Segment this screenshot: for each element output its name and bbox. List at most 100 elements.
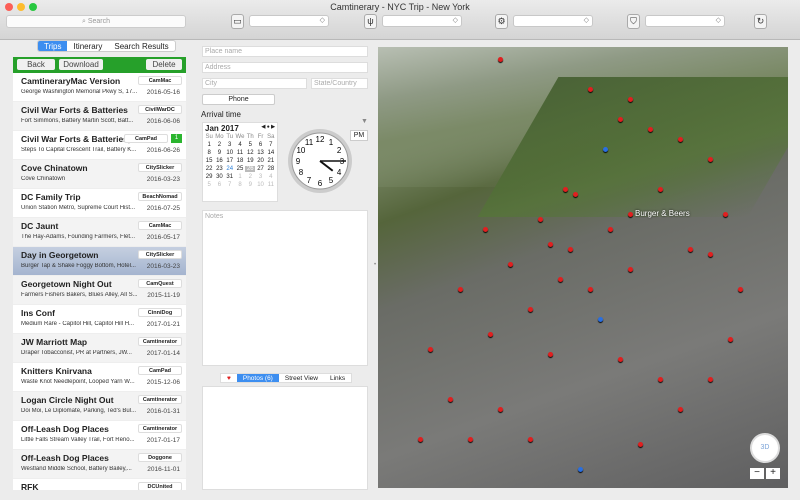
map-pin[interactable] bbox=[578, 467, 583, 472]
map-label[interactable]: Burger & Beers bbox=[635, 209, 690, 218]
calendar-day[interactable]: 27 bbox=[255, 166, 265, 172]
calendar-day[interactable]: 3 bbox=[255, 174, 265, 180]
trip-row[interactable]: Cove Chinatown Cove Chinatown CitySlicke… bbox=[13, 160, 186, 189]
trip-row[interactable]: Knitters Knirvana Waste Knot Needlepoint… bbox=[13, 363, 186, 392]
map-pin[interactable] bbox=[628, 212, 633, 217]
calendar-day[interactable]: 22 bbox=[204, 166, 214, 172]
calendar-day[interactable]: 19 bbox=[245, 158, 255, 164]
calendar[interactable]: Jan 2017 ◀ ● ▶ Su Mo Tu We Th Fr Sa 1 2 3 4 5 6 7 8 9 10 1… bbox=[202, 122, 278, 202]
calendar-day[interactable]: 15 bbox=[204, 158, 214, 164]
calendar-day[interactable]: 10 bbox=[225, 150, 235, 156]
trip-row[interactable]: CamtineraryMac Version George Washington… bbox=[13, 73, 186, 102]
download-button[interactable]: Download bbox=[59, 59, 103, 70]
calendar-day[interactable]: 14 bbox=[266, 150, 276, 156]
map-pin[interactable] bbox=[708, 252, 713, 257]
calendar-day[interactable]: 20 bbox=[255, 158, 265, 164]
address-input[interactable]: Address bbox=[202, 62, 368, 73]
dining-select[interactable]: ◇ bbox=[382, 15, 462, 27]
city-input[interactable]: City bbox=[202, 78, 307, 89]
trip-row[interactable]: DC Jaunt The Hay-Adams, Founding Farmers… bbox=[13, 218, 186, 247]
calendar-day[interactable]: 28 bbox=[266, 166, 276, 172]
trip-row[interactable]: Ins Conf Medium Rare - Capitol Hill, Cap… bbox=[13, 305, 186, 334]
back-button[interactable]: Back bbox=[17, 59, 55, 70]
calendar-day[interactable]: 16 bbox=[214, 158, 224, 164]
calendar-day[interactable]: 7 bbox=[266, 142, 276, 148]
calendar-day[interactable]: 30 bbox=[214, 174, 224, 180]
attractions-select[interactable]: ◇ bbox=[513, 15, 593, 27]
delete-button[interactable]: Delete bbox=[146, 59, 182, 70]
calendar-day[interactable]: 31 bbox=[225, 174, 235, 180]
fork-knife-icon[interactable]: ψ bbox=[364, 14, 377, 29]
map-pin[interactable] bbox=[738, 287, 743, 292]
trip-row[interactable]: RFK DCUnited bbox=[13, 479, 186, 490]
map-pin[interactable] bbox=[638, 442, 643, 447]
calendar-day[interactable]: 21 bbox=[266, 158, 276, 164]
clock[interactable]: 121234567891011 bbox=[287, 128, 353, 194]
map-pin[interactable] bbox=[528, 437, 533, 442]
refresh-icon[interactable]: ↻ bbox=[754, 14, 767, 29]
search-input[interactable]: ⌕ Search bbox=[6, 15, 186, 28]
map-pin[interactable] bbox=[678, 407, 683, 412]
notes-input[interactable]: Notes bbox=[202, 210, 368, 366]
map-pin[interactable] bbox=[538, 217, 543, 222]
tab-photos[interactable]: Photos (6) bbox=[236, 374, 279, 382]
map-pin[interactable] bbox=[648, 127, 653, 132]
calendar-day[interactable]: 4 bbox=[266, 174, 276, 180]
lodging-select[interactable]: ◇ bbox=[249, 15, 329, 27]
calendar-day[interactable]: 18 bbox=[235, 158, 245, 164]
compass-3d-button[interactable]: 3D bbox=[750, 433, 780, 463]
calendar-day[interactable]: 9 bbox=[214, 150, 224, 156]
map-pin[interactable] bbox=[708, 377, 713, 382]
map-pin[interactable] bbox=[588, 87, 593, 92]
shopping-bag-icon[interactable]: ⛉ bbox=[627, 14, 640, 29]
calendar-day[interactable]: 13 bbox=[255, 150, 265, 156]
map-pin[interactable] bbox=[563, 187, 568, 192]
map-pin[interactable] bbox=[448, 397, 453, 402]
map-pin[interactable] bbox=[708, 157, 713, 162]
landmark-icon[interactable]: ⚙ bbox=[495, 14, 508, 29]
map-pin[interactable] bbox=[588, 287, 593, 292]
tab-street-view[interactable]: Street View bbox=[279, 374, 324, 382]
map-pin[interactable] bbox=[658, 377, 663, 382]
tab-search-results[interactable]: Search Results bbox=[108, 41, 174, 51]
zoom-in-button[interactable]: + bbox=[766, 468, 780, 479]
split-handle[interactable]: • bbox=[374, 262, 376, 268]
calendar-day[interactable]: 8 bbox=[235, 182, 245, 188]
trip-row[interactable]: Georgetown Night Out Farmers Fishers Bak… bbox=[13, 276, 186, 305]
map-pin[interactable] bbox=[548, 242, 553, 247]
shopping-select[interactable]: ◇ bbox=[645, 15, 725, 27]
calendar-day[interactable]: 6 bbox=[214, 182, 224, 188]
calendar-day[interactable]: 12 bbox=[245, 150, 255, 156]
trip-row[interactable]: DC Family Trip Union Station Metro, Supr… bbox=[13, 189, 186, 218]
map-pin[interactable] bbox=[488, 332, 493, 337]
map-pin[interactable] bbox=[628, 267, 633, 272]
calendar-day[interactable]: 25 bbox=[235, 166, 245, 172]
map-pin[interactable] bbox=[598, 317, 603, 322]
state-input[interactable]: State/Country bbox=[311, 78, 368, 89]
map-pin[interactable] bbox=[498, 407, 503, 412]
map-pin[interactable] bbox=[618, 117, 623, 122]
calendar-day[interactable]: 3 bbox=[225, 142, 235, 148]
calendar-day[interactable]: 29 bbox=[204, 174, 214, 180]
calendar-day[interactable]: 2 bbox=[214, 142, 224, 148]
map-pin[interactable] bbox=[418, 437, 423, 442]
calendar-day[interactable]: 1 bbox=[235, 174, 245, 180]
map-pin[interactable] bbox=[528, 307, 533, 312]
calendar-day[interactable]: 23 bbox=[214, 166, 224, 172]
map-pin[interactable] bbox=[428, 347, 433, 352]
map-pin[interactable] bbox=[728, 337, 733, 342]
map-pin[interactable] bbox=[558, 277, 563, 282]
trip-row[interactable]: Day in Georgetown Burger Tap & Shake Fog… bbox=[13, 247, 186, 276]
map-pin[interactable] bbox=[618, 357, 623, 362]
map-pin[interactable] bbox=[603, 147, 608, 152]
map-pin[interactable] bbox=[548, 352, 553, 357]
calendar-day[interactable]: 5 bbox=[204, 182, 214, 188]
map-pin[interactable] bbox=[568, 247, 573, 252]
calendar-day[interactable]: 24 bbox=[225, 166, 235, 172]
trip-row[interactable]: Civil War Forts & Batteries, M Steps To … bbox=[13, 131, 186, 160]
tab-itinerary[interactable]: Itinerary bbox=[67, 41, 108, 51]
tab-links[interactable]: Links bbox=[324, 374, 351, 382]
calendar-day[interactable]: 11 bbox=[235, 150, 245, 156]
phone-button[interactable]: Phone bbox=[202, 94, 275, 105]
zoom-out-button[interactable]: − bbox=[750, 468, 764, 479]
